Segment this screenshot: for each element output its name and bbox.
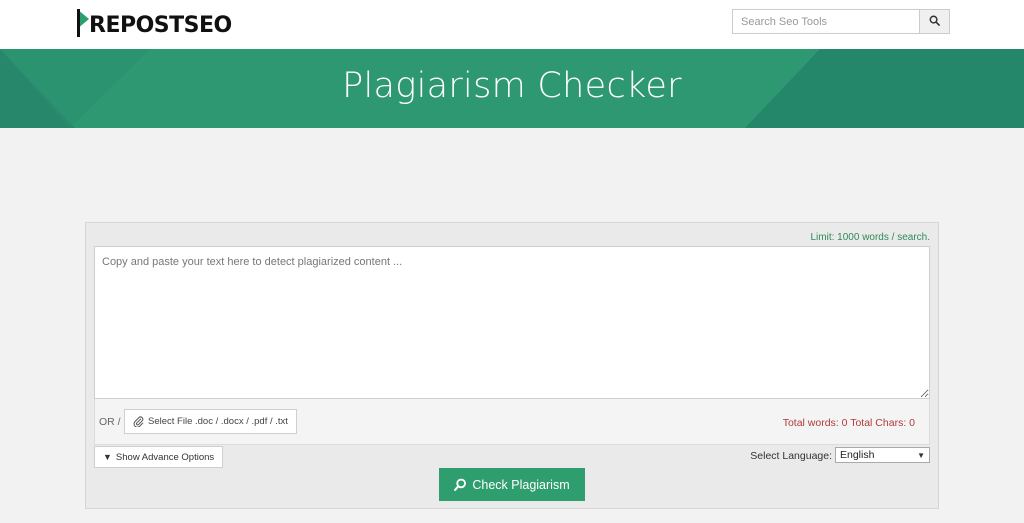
page-banner: Plagiarism Checker	[0, 49, 1024, 128]
language-selected-value: English	[840, 449, 875, 461]
word-char-counter: Total words: 0 Total Chars: 0	[782, 417, 915, 429]
search-input[interactable]	[733, 10, 919, 33]
language-select[interactable]: English ▼	[835, 447, 930, 463]
dropdown-arrow-icon: ▼	[917, 450, 925, 460]
site-header: REPOSTSEO	[0, 0, 1024, 49]
logo-mark-icon	[76, 7, 90, 37]
or-label: OR /	[99, 416, 121, 428]
advance-options-label: Show Advance Options	[115, 451, 215, 463]
search-button[interactable]	[919, 10, 949, 33]
search-box	[732, 9, 950, 34]
select-file-button[interactable]: Select File .doc / .docx / .pdf / .txt	[124, 409, 297, 434]
language-label: Select Language:	[750, 450, 832, 462]
page-title: Plagiarism Checker	[342, 66, 682, 106]
check-plagiarism-label: Check Plagiarism	[472, 477, 570, 492]
logo-text: REPOSTSEO	[89, 12, 232, 38]
content-textarea[interactable]	[94, 246, 930, 399]
repostseo-logo[interactable]: REPOSTSEO	[76, 4, 232, 40]
search-icon	[454, 478, 467, 491]
search-icon	[929, 14, 940, 29]
show-advance-options-button[interactable]: ▼ Show Advance Options	[94, 446, 224, 468]
plagiarism-checker-panel: Limit: 1000 words / search. OR / Select …	[85, 222, 939, 509]
word-limit-notice: Limit: 1000 words / search.	[810, 232, 931, 243]
file-upload-row: OR / Select File .doc / .docx / .pdf / .…	[94, 399, 930, 445]
paperclip-icon	[133, 416, 144, 427]
caret-down-icon: ▼	[103, 452, 112, 462]
select-file-label: Select File .doc / .docx / .pdf / .txt	[148, 416, 288, 427]
check-plagiarism-button[interactable]: Check Plagiarism	[439, 468, 585, 501]
